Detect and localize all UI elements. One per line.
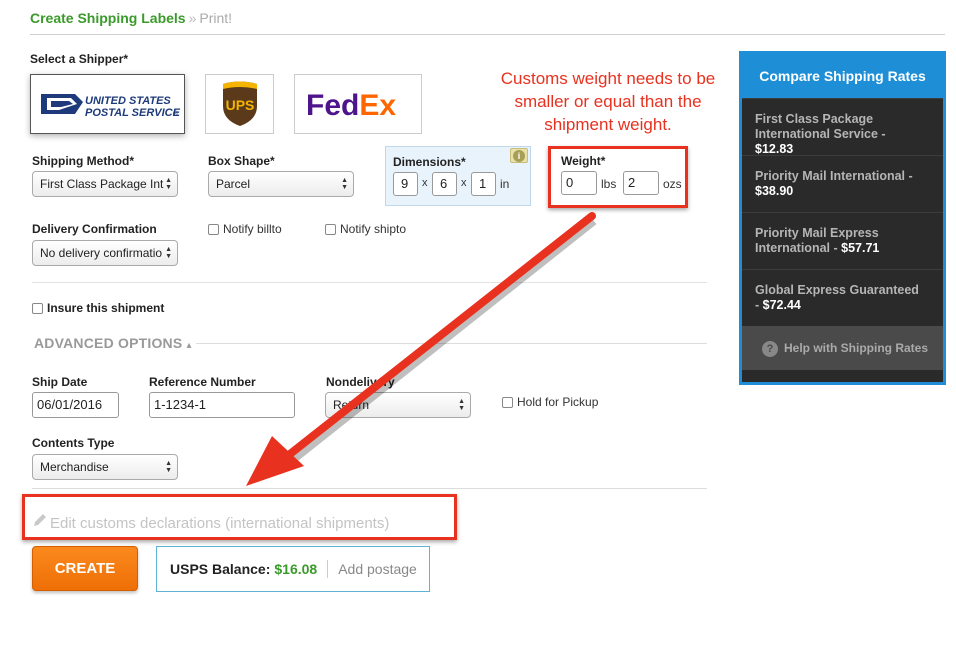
arrowhead-icon (246, 436, 304, 486)
annotation-arrow (246, 212, 597, 486)
